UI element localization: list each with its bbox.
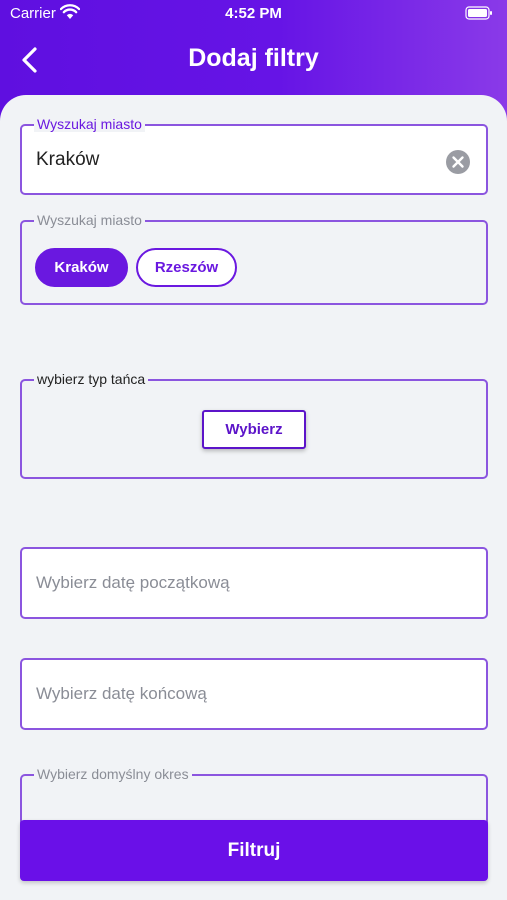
city-chips-label: Wyszukaj miasto [34, 212, 145, 228]
end-date-field[interactable]: Wybierz datę końcową [20, 658, 488, 730]
chip-rzeszow[interactable]: Rzeszów [136, 248, 237, 287]
filter-button[interactable]: Filtruj [20, 820, 488, 881]
default-period-label: Wybierz domyślny okres [34, 766, 192, 782]
clear-icon[interactable] [446, 150, 470, 174]
page-title: Dodaj filtry [188, 44, 319, 72]
start-date-placeholder: Wybierz datę początkową [36, 573, 230, 592]
end-date-placeholder: Wybierz datę końcową [36, 684, 207, 703]
start-date-field[interactable]: Wybierz datę początkową [20, 547, 488, 619]
status-bar: Carrier 4:52 PM [0, 0, 507, 28]
chip-krakow[interactable]: Kraków [35, 248, 128, 287]
city-search-field[interactable]: Wyszukaj miasto Kraków [20, 116, 488, 195]
dance-type-label: wybierz typ tańca [34, 371, 149, 387]
filters-panel: Wyszukaj miasto Kraków Wyszukaj miasto K… [0, 95, 507, 900]
clock: 4:52 PM [225, 5, 282, 22]
city-search-label: Wyszukaj miasto [34, 116, 145, 132]
choose-dance-type-button[interactable]: Wybierz [202, 410, 306, 449]
dance-type-group: wybierz typ tańca Wybierz [20, 371, 488, 479]
battery-icon [465, 6, 493, 24]
city-chips-group: Wyszukaj miasto Kraków Rzeszów [20, 212, 488, 305]
city-search-value[interactable]: Kraków [36, 149, 99, 171]
